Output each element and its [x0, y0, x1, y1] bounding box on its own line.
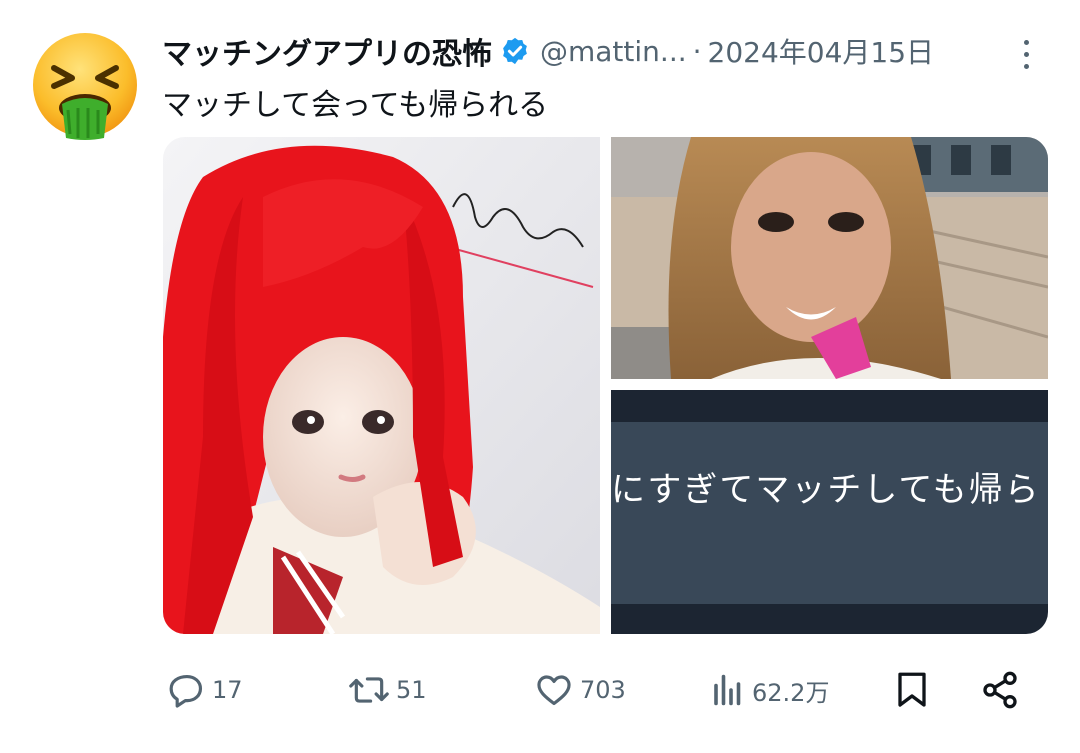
caption-band	[611, 422, 1048, 604]
like-count: 703	[580, 676, 626, 704]
retweet-button[interactable]: 51	[348, 662, 427, 718]
views-button[interactable]: 62.2万	[710, 662, 829, 718]
image-caption-text: にすぎてマッチしても帰ら	[611, 470, 1041, 510]
reply-button[interactable]: 17	[168, 662, 243, 718]
user-handle[interactable]: @mattin...	[540, 35, 687, 68]
media-image-2[interactable]	[611, 137, 1048, 379]
action-bar: 17 51 703 62.2万	[162, 662, 1042, 718]
retweet-icon	[349, 677, 389, 703]
tweet-header: マッチングアプリの恐怖 @mattin... · 2024年04月15日	[162, 28, 1022, 74]
media-image-3[interactable]: にすぎてマッチしても帰ら	[611, 390, 1048, 634]
bookmark-icon	[898, 672, 926, 707]
view-count: 62.2万	[752, 678, 830, 707]
like-button[interactable]: 703	[534, 662, 626, 718]
reply-icon	[169, 674, 203, 708]
bookmark-button[interactable]	[894, 662, 930, 718]
media-grid: にすぎてマッチしても帰ら	[163, 137, 1048, 634]
tweet-date[interactable]: 2024年04月15日	[708, 31, 935, 71]
more-options-icon[interactable]	[1008, 34, 1044, 74]
tweet-text: マッチして会っても帰られる	[162, 88, 549, 123]
share-icon	[983, 671, 1017, 709]
tweet-card[interactable]: マッチングアプリの恐怖 @mattin... · 2024年04月15日 マッチ…	[0, 0, 1080, 753]
heart-icon	[537, 675, 571, 706]
media-image-1[interactable]	[163, 137, 600, 634]
avatar[interactable]	[30, 30, 140, 140]
share-button[interactable]	[980, 662, 1020, 718]
display-name[interactable]: マッチングアプリの恐怖	[162, 29, 492, 73]
separator-dot: ·	[692, 34, 702, 68]
retweet-count: 51	[396, 676, 427, 704]
verified-badge-icon	[503, 37, 527, 65]
reply-count: 17	[212, 676, 243, 704]
vomiting-face-icon	[33, 33, 137, 140]
views-chart-icon	[714, 674, 741, 706]
